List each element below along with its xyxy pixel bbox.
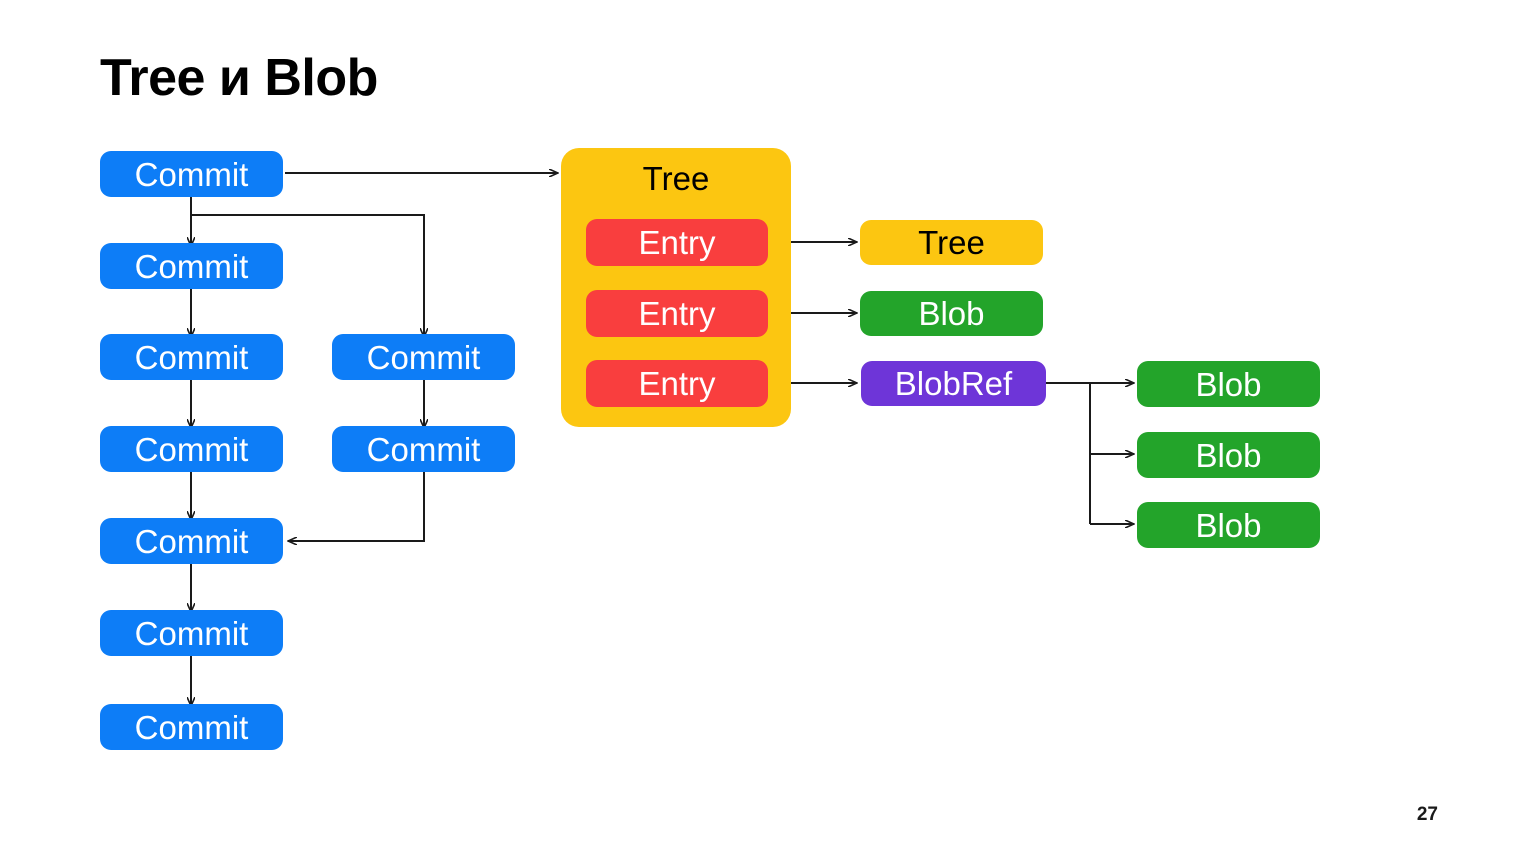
commit-node-main-4[interactable]: Commit [100,426,283,472]
commit-node-main-2[interactable]: Commit [100,243,283,289]
blob-node-ref-3[interactable]: Blob [1137,502,1320,548]
tree-container[interactable]: Tree Entry Entry Entry [561,148,791,427]
arrow-branch-merge [288,472,425,541]
commit-node-branch-1[interactable]: Commit [332,334,515,380]
commit-node-main-5[interactable]: Commit [100,518,283,564]
commit-node-main-3[interactable]: Commit [100,334,283,380]
commit-node-branch-2[interactable]: Commit [332,426,515,472]
entry-node-1[interactable]: Entry [586,219,768,266]
page-title: Tree и Blob [100,49,378,107]
commit-node-main-6[interactable]: Commit [100,610,283,656]
blob-node-ref-2[interactable]: Blob [1137,432,1320,478]
commit-node-main-7[interactable]: Commit [100,704,283,750]
page-number: 27 [1416,804,1438,825]
entry-node-2[interactable]: Entry [586,290,768,337]
slide-canvas: Tree и Blob Commit Commit Commit Commit … [0,0,1536,864]
commit-node-main-1[interactable]: Commit [100,151,283,197]
blobref-node[interactable]: BlobRef [861,361,1046,406]
blobref-trunk [1046,382,1091,524]
blob-node-direct[interactable]: Blob [860,291,1043,336]
blob-node-ref-1[interactable]: Blob [1137,361,1320,407]
entry-node-3[interactable]: Entry [586,360,768,407]
tree-leaf-node[interactable]: Tree [860,220,1043,265]
tree-container-label: Tree [642,160,710,197]
